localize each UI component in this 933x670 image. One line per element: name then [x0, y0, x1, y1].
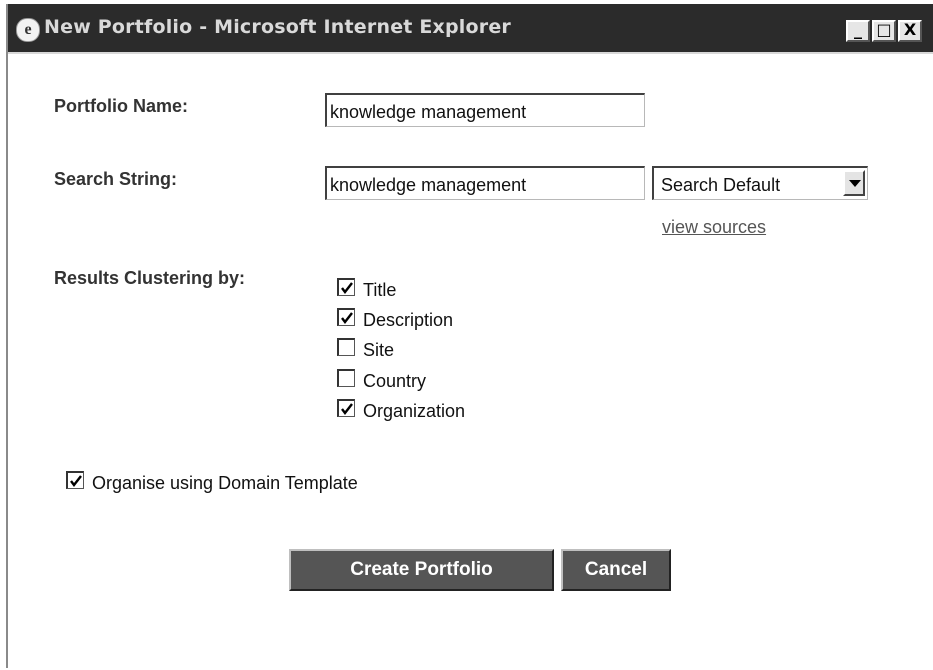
maximize-button[interactable]: □: [872, 20, 896, 42]
domain-template-label: Organise using Domain Template: [92, 473, 358, 493]
search-source-select[interactable]: Search Default: [652, 166, 868, 200]
clustering-option-label: Organization: [363, 401, 466, 421]
portfolio-name-input[interactable]: knowledge management: [325, 93, 645, 127]
clustering-option-label: Site: [363, 340, 395, 360]
clustering-option-label: Description: [363, 310, 454, 330]
chevron-down-icon[interactable]: [843, 170, 865, 196]
description-checkbox[interactable]: [337, 308, 355, 326]
search-string-input[interactable]: knowledge management: [325, 166, 645, 200]
checkmark-icon: [341, 312, 353, 324]
clustering-label: Results Clustering by:: [54, 268, 246, 288]
domain-template-checkbox[interactable]: [66, 471, 84, 489]
window-title: New Portfolio - Microsoft Internet Explo…: [44, 16, 512, 38]
create-portfolio-button[interactable]: Create Portfolio: [289, 549, 554, 591]
view-sources-link[interactable]: view sources: [662, 217, 766, 238]
checkmark-icon: [341, 282, 353, 294]
portfolio-name-label: Portfolio Name:: [54, 96, 189, 116]
organization-checkbox[interactable]: [337, 399, 355, 417]
search-string-label: Search String:: [54, 169, 178, 189]
title-bar[interactable]: e New Portfolio - Microsoft Internet Exp…: [8, 4, 933, 54]
internet-explorer-icon: e: [16, 18, 40, 42]
cancel-button[interactable]: Cancel: [561, 549, 671, 591]
minimize-button[interactable]: _: [846, 20, 870, 42]
checkmark-icon: [341, 403, 353, 415]
country-checkbox[interactable]: [337, 369, 355, 387]
close-button[interactable]: X: [898, 20, 922, 42]
site-checkbox[interactable]: [337, 338, 355, 356]
title-checkbox[interactable]: [337, 278, 355, 296]
checkmark-icon: [70, 475, 82, 487]
search-source-value: Search Default: [661, 175, 781, 195]
clustering-option-label: Title: [363, 280, 397, 300]
clustering-option-label: Country: [363, 371, 427, 391]
